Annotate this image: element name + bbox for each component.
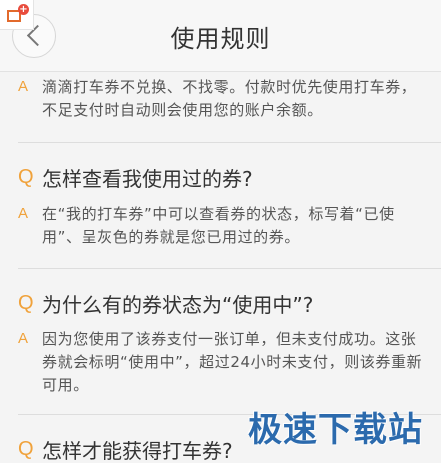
- question-marker: Q: [18, 438, 34, 460]
- answer-text: 在“我的打车券”中可以查看券的状态，标写着“已使用”、呈灰色的券就是您已用过的券…: [42, 205, 395, 246]
- screen: + 使用规则 A 滴滴打车券不兑换、不找零。付款时优先使用打车券，不足支付时自动…: [0, 0, 441, 463]
- watermark-logo: 极速下载站: [248, 410, 423, 450]
- question-marker: Q: [18, 292, 34, 314]
- answer-marker: A: [18, 78, 29, 95]
- question-row[interactable]: Q 怎样查看我使用过的券?: [18, 166, 429, 192]
- question-row[interactable]: Q 为什么有的券状态为“使用中”?: [18, 292, 429, 318]
- question-text: 怎样才能获得打车券?: [42, 439, 233, 463]
- divider: [18, 142, 441, 143]
- answer-row: A 在“我的打车券”中可以查看券的状态，标写着“已使用”、呈灰色的券就是您已用过…: [18, 203, 429, 249]
- question-text: 为什么有的券状态为“使用中”?: [42, 293, 314, 317]
- answer-text: 滴滴打车券不兑换、不找零。付款时优先使用打车券，不足支付时自动则会使用您的账户余…: [42, 78, 417, 119]
- question-marker: Q: [18, 166, 34, 188]
- nav-bar: + 使用规则: [0, 0, 441, 72]
- divider: [18, 268, 441, 269]
- answer-row: A 因为您使用了该券支付一张订单，但未支付成功。这张券就会标明“使用中”，超过2…: [18, 328, 429, 397]
- answer-text: 因为您使用了该券支付一张订单，但未支付成功。这张券就会标明“使用中”，超过24小…: [42, 330, 423, 394]
- question-text: 怎样查看我使用过的券?: [42, 167, 253, 191]
- answer-marker: A: [18, 330, 29, 347]
- page-title: 使用规则: [170, 25, 271, 53]
- answer-marker: A: [18, 205, 29, 222]
- answer-row: A 滴滴打车券不兑换、不找零。付款时优先使用打车券，不足支付时自动则会使用您的账…: [18, 76, 429, 122]
- plus-badge-icon: +: [18, 4, 29, 15]
